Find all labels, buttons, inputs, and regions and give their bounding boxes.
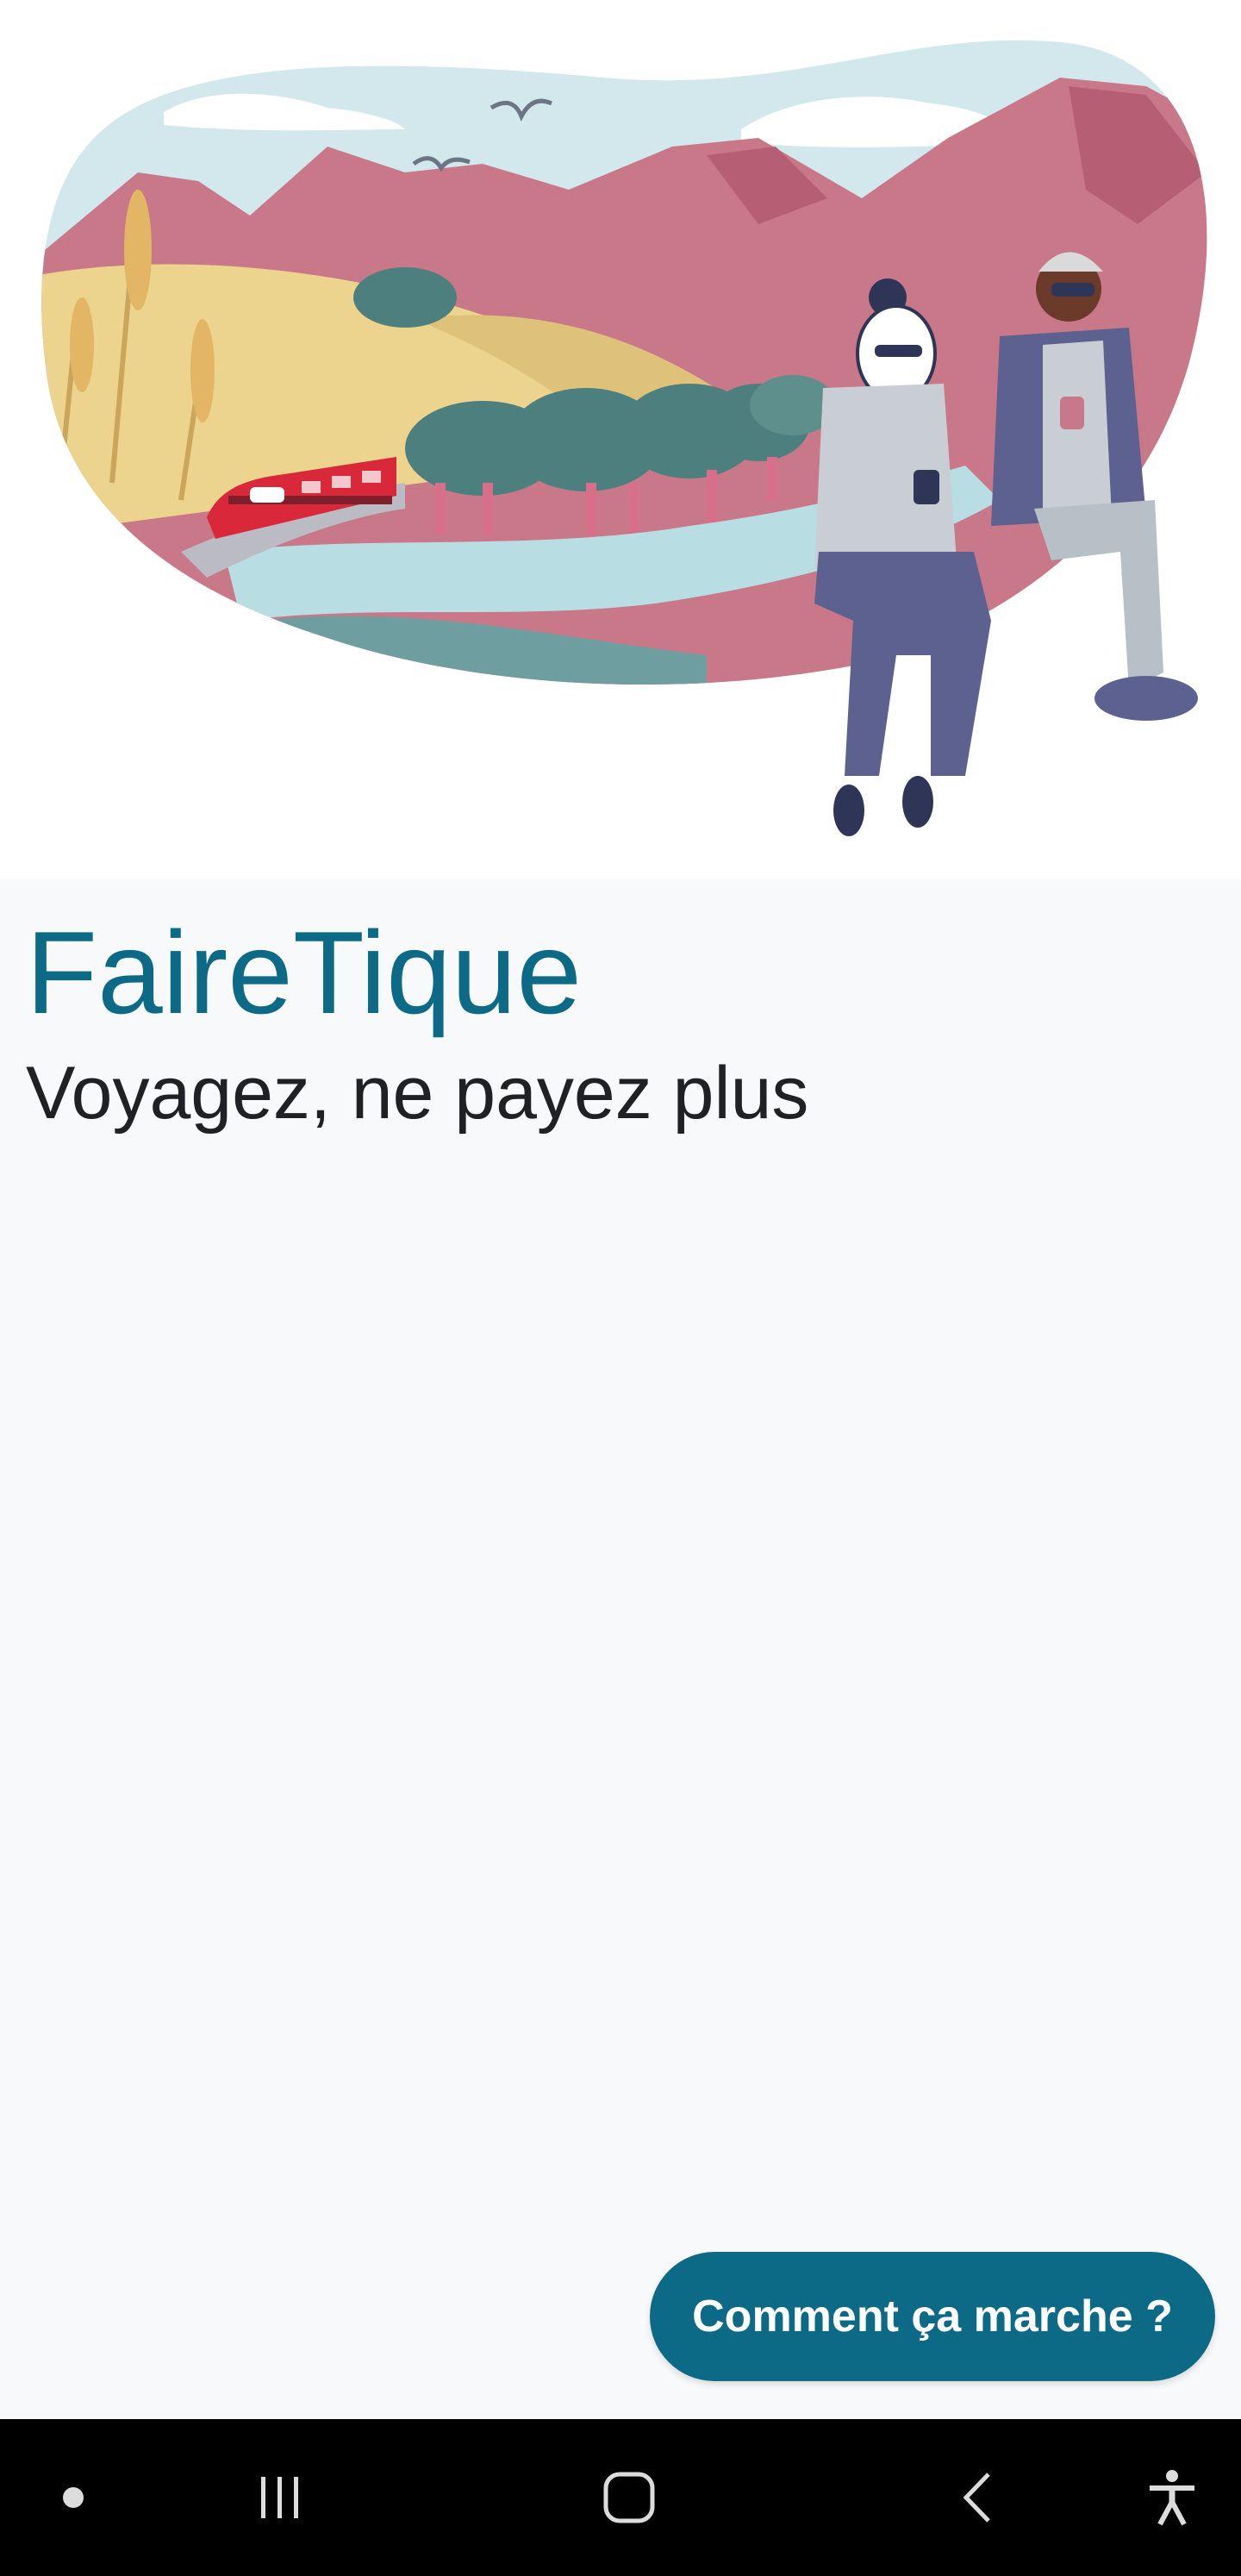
how-it-works-button[interactable]: Comment ça marche ? (650, 2252, 1215, 2381)
accessibility-icon[interactable] (1129, 2419, 1215, 2576)
home-icon[interactable] (577, 2419, 681, 2576)
recent-apps-icon[interactable] (233, 2419, 327, 2576)
dot-indicator-icon (34, 2419, 112, 2576)
system-navigation-bar (0, 2419, 1241, 2576)
back-icon[interactable] (931, 2419, 1026, 2576)
app-title: FaireTique (26, 907, 583, 1038)
hero-illustration (0, 0, 1241, 879)
home-screen: FaireTique Voyagez, ne payez plus Commen… (0, 0, 1241, 2576)
app-subtitle: Voyagez, ne payez plus (26, 1052, 809, 1135)
landscape-illustration (41, 40, 1207, 836)
